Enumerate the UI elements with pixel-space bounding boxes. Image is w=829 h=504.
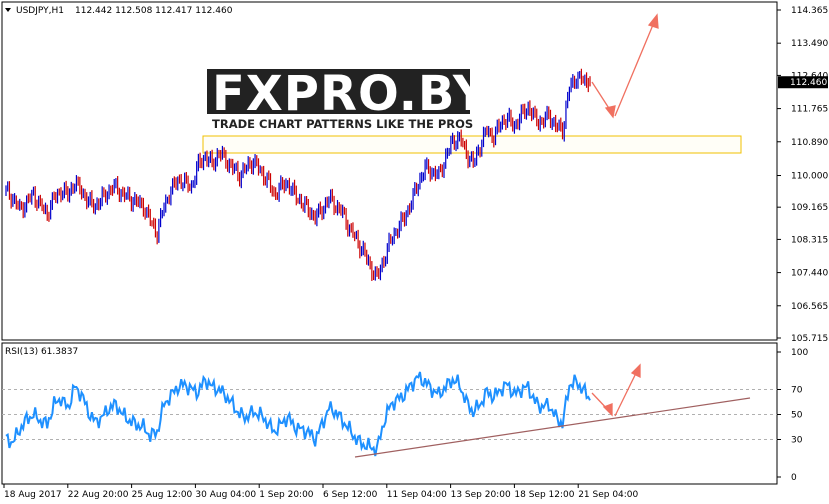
price-tick-label: 109.165 [791, 203, 828, 213]
rsi-tick-label: 0 [791, 473, 797, 483]
price-tick-label: 113.490 [791, 39, 828, 49]
rsi-tick-label: 70 [791, 386, 803, 396]
logo-tagline: TRADE CHART PATTERNS LIKE THE PROS [212, 117, 473, 131]
rsi-tick-label: 100 [791, 348, 808, 358]
price-tick-label: 110.000 [791, 172, 828, 182]
time-axis: 18 Aug 2017 22 Aug 20:00 25 Aug 12:00 30 Au… [3, 484, 639, 500]
price-tick-label: 108.315 [791, 235, 828, 245]
quote-values: 112.442 112.508 112.417 112.460 [75, 6, 233, 16]
rsi-label: RSI(13) 61.3837 [5, 347, 78, 357]
time-tick-label: 11 Sep 04:00 [387, 490, 447, 500]
time-tick-label: 18 Sep 12:00 [514, 490, 574, 500]
price-tick-label: 114.365 [791, 6, 828, 16]
time-tick-label: 1 Sep 20:00 [259, 490, 314, 500]
rsi-tick-label: 30 [791, 436, 803, 446]
logo-main-text: FXPRO.BY [212, 66, 489, 122]
current-price-label: 112.460 [790, 78, 827, 88]
time-tick-label: 6 Sep 12:00 [323, 490, 378, 500]
price-tick-label: 111.765 [791, 105, 828, 115]
rsi-axis: 100 70 50 30 0 [777, 348, 808, 483]
resistance-zone-box [202, 135, 742, 154]
symbol-label: USDJPY,H1 [16, 6, 64, 16]
rsi-tick-label: 50 [791, 411, 803, 421]
time-tick-label: 30 Aug 04:00 [195, 490, 256, 500]
price-panel [1, 1, 778, 341]
current-price-tag: 112.460 [778, 76, 828, 89]
time-tick-label: 18 Aug 2017 [4, 490, 62, 500]
price-axis: 114.365113.490112.640111.765110.890110.0… [777, 6, 828, 344]
price-tick-label: 106.565 [791, 302, 828, 312]
time-tick-label: 22 Aug 20:00 [68, 490, 129, 500]
price-tick-label: 105.715 [791, 334, 828, 344]
price-tick-label: 107.440 [791, 269, 828, 279]
time-tick-label: 25 Aug 12:00 [132, 490, 193, 500]
fxpro-logo: FXPRO.BY TRADE CHART PATTERNS LIKE THE P… [207, 66, 489, 131]
time-tick-label: 21 Sep 04:00 [578, 490, 638, 500]
time-tick-label: 13 Sep 20:00 [451, 490, 511, 500]
price-tick-label: 110.890 [791, 138, 828, 148]
trading-chart: FXPRO.BY TRADE CHART PATTERNS LIKE THE P… [1, 1, 828, 500]
